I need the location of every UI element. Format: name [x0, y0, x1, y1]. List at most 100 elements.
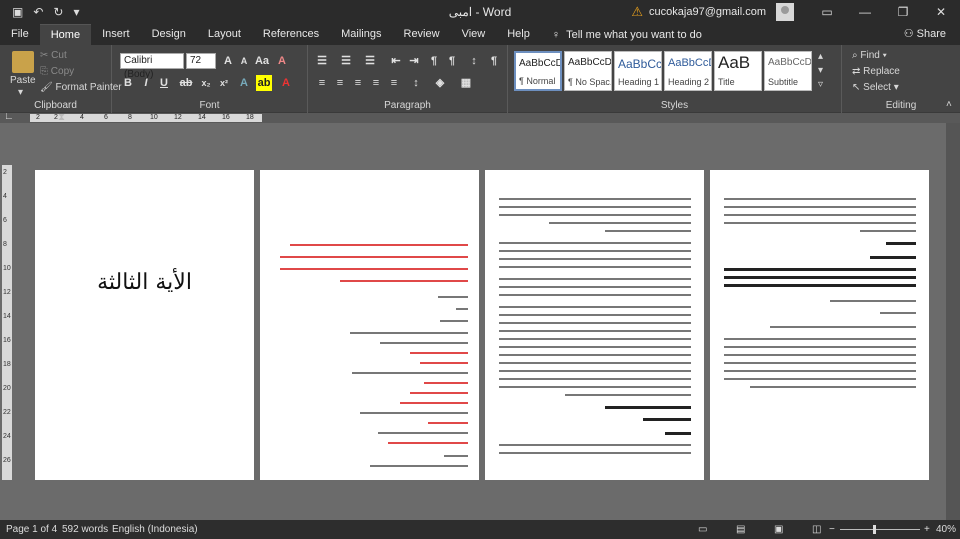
- zoom-in-icon[interactable]: +: [924, 524, 930, 535]
- indent-marker-icon[interactable]: ⧗: [58, 112, 65, 123]
- distributed-icon[interactable]: ≡: [386, 75, 402, 91]
- copy-button[interactable]: ⎘ Copy: [40, 66, 74, 77]
- align-right-icon[interactable]: ≡: [350, 75, 366, 91]
- find-button[interactable]: ⌕ Find ▾: [852, 50, 887, 61]
- font-color-icon[interactable]: A: [278, 75, 294, 91]
- tab-review[interactable]: Review: [393, 24, 451, 45]
- minimize-button[interactable]: —: [846, 5, 884, 19]
- tab-insert[interactable]: Insert: [91, 24, 141, 45]
- text-effects-icon[interactable]: A: [236, 75, 252, 91]
- cut-button[interactable]: ✂ Cut: [40, 50, 67, 61]
- vertical-scrollbar[interactable]: [946, 123, 960, 520]
- web-layout-icon[interactable]: ◫: [812, 524, 821, 535]
- styles-more-icon[interactable]: ▿: [818, 79, 823, 90]
- ribbon-display-icon[interactable]: ▭: [808, 5, 846, 19]
- ltr-direction-icon[interactable]: ¶: [426, 53, 442, 69]
- restore-button[interactable]: ❐: [884, 5, 922, 19]
- undo-icon[interactable]: ↶: [33, 5, 43, 19]
- share-label: Share: [916, 28, 946, 40]
- tab-references[interactable]: References: [252, 24, 330, 45]
- zoom-out-icon[interactable]: −: [829, 524, 835, 535]
- word-count[interactable]: 592 words: [62, 524, 108, 535]
- share-button[interactable]: ⚇ Share: [904, 27, 946, 40]
- shading-icon[interactable]: ◈: [432, 75, 448, 91]
- style-heading-2[interactable]: AaBbCcD Heading 2: [664, 51, 712, 91]
- page-3[interactable]: [485, 170, 704, 480]
- account-email[interactable]: cucokaja97@gmail.com: [649, 6, 766, 18]
- lightbulb-icon: ♀: [551, 28, 561, 41]
- format-painter-button[interactable]: 🖌 Format Painter: [40, 82, 122, 93]
- underline-icon[interactable]: U: [156, 75, 172, 91]
- replace-button[interactable]: ⇄ Replace: [852, 66, 900, 77]
- rtl-direction-icon[interactable]: ¶: [444, 53, 460, 69]
- align-center-icon[interactable]: ≡: [332, 75, 348, 91]
- decrease-indent-icon[interactable]: ⇤: [388, 53, 404, 69]
- close-button[interactable]: ✕: [922, 5, 960, 19]
- page-2[interactable]: [260, 170, 479, 480]
- save-icon[interactable]: ▣: [12, 5, 23, 19]
- tab-view[interactable]: View: [451, 24, 497, 45]
- tab-help[interactable]: Help: [496, 24, 541, 45]
- styles-scroll-up-icon[interactable]: ▴: [818, 51, 823, 62]
- zoom-slider[interactable]: [840, 529, 920, 530]
- borders-icon[interactable]: ▦: [458, 75, 474, 91]
- tab-design[interactable]: Design: [141, 24, 197, 45]
- tab-file[interactable]: File: [0, 24, 40, 45]
- tab-selector-icon[interactable]: ∟: [4, 111, 14, 122]
- paste-dropdown-icon[interactable]: ▾: [18, 87, 23, 98]
- paste-button[interactable]: Paste: [10, 75, 36, 86]
- zoom-slider-thumb[interactable]: [873, 525, 876, 534]
- focus-mode-icon[interactable]: ▭: [698, 524, 707, 535]
- print-layout-icon[interactable]: ▣: [774, 524, 783, 535]
- style-normal[interactable]: AaBbCcDc¶ Normal: [514, 51, 562, 91]
- strikethrough-icon[interactable]: ab: [178, 75, 194, 91]
- multilevel-list-icon[interactable]: ☰: [362, 53, 378, 69]
- cursor-icon: ↖: [852, 82, 864, 93]
- font-size-field[interactable]: 72: [186, 53, 216, 69]
- collapse-ribbon-icon[interactable]: ˄: [946, 99, 952, 110]
- style-subtitle[interactable]: AaBbCcD Subtitle: [764, 51, 812, 91]
- customize-qat-icon[interactable]: ▾: [73, 5, 79, 19]
- tab-home[interactable]: Home: [39, 24, 92, 45]
- highlight-icon[interactable]: ab: [256, 75, 272, 91]
- clear-formatting-icon[interactable]: A: [274, 53, 290, 69]
- page-1[interactable]: الأية الثالثة: [35, 170, 254, 480]
- bullets-icon[interactable]: ☰: [314, 53, 330, 69]
- tell-me-box[interactable]: ♀ Tell me what you want to do: [541, 24, 713, 45]
- redo-icon[interactable]: ↻: [53, 5, 63, 19]
- document-canvas[interactable]: الأية الثالثة: [0, 123, 960, 520]
- line-spacing-icon[interactable]: ↕: [408, 75, 424, 91]
- paste-icon[interactable]: [12, 51, 34, 73]
- italic-icon[interactable]: I: [138, 75, 154, 91]
- shrink-font-icon[interactable]: A: [236, 53, 252, 69]
- justify-icon[interactable]: ≡: [368, 75, 384, 91]
- page-count[interactable]: Page 1 of 4: [6, 524, 57, 535]
- avatar[interactable]: [776, 3, 794, 21]
- select-button[interactable]: ↖ Select ▾: [852, 82, 899, 93]
- show-hide-icon[interactable]: ¶: [486, 53, 502, 69]
- font-name-field[interactable]: Calibri (Body): [120, 53, 184, 80]
- language[interactable]: English (Indonesia): [112, 524, 198, 535]
- style-no-spacing[interactable]: AaBbCcDc¶ No Spac...: [564, 51, 612, 91]
- subscript-icon[interactable]: x₂: [198, 75, 214, 91]
- zoom-level[interactable]: 40%: [936, 524, 956, 535]
- increase-indent-icon[interactable]: ⇥: [406, 53, 422, 69]
- horizontal-ruler[interactable]: ∟ 2 2 4 6 8 10 12 14 16 18 ⧗: [0, 111, 960, 123]
- page-4[interactable]: [710, 170, 929, 480]
- align-left-icon[interactable]: ≡: [314, 75, 330, 91]
- warning-icon[interactable]: ⚠: [631, 4, 643, 20]
- numbering-icon[interactable]: ☰: [338, 53, 354, 69]
- grow-font-icon[interactable]: A: [220, 53, 236, 69]
- tab-layout[interactable]: Layout: [197, 24, 252, 45]
- superscript-icon[interactable]: x²: [216, 75, 232, 91]
- style-heading-1[interactable]: AaBbCc Heading 1: [614, 51, 662, 91]
- sort-icon[interactable]: ↕: [466, 53, 482, 69]
- change-case-icon[interactable]: Aa: [254, 53, 270, 69]
- style-title[interactable]: AaB Title: [714, 51, 762, 91]
- vertical-ruler[interactable]: 2 4 6 8 10 12 14 16 18 20 22 24 26: [2, 165, 12, 480]
- styles-scroll-down-icon[interactable]: ▾: [818, 65, 823, 76]
- bold-icon[interactable]: B: [120, 75, 136, 91]
- read-mode-icon[interactable]: ▤: [736, 524, 745, 535]
- page1-heading: الأية الثالثة: [97, 270, 192, 295]
- tab-mailings[interactable]: Mailings: [330, 24, 392, 45]
